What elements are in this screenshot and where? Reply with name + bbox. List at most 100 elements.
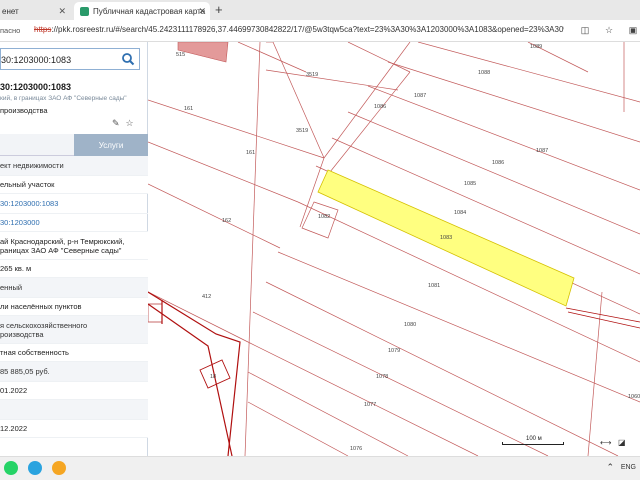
parcel-label: 1077 [364,402,376,408]
parcel-label: 161 [184,106,193,112]
search-icon[interactable] [121,52,135,66]
parcel-line [367,85,640,191]
parcel-label: 1087 [536,148,548,154]
parcel-label: 1086 [374,104,386,110]
attribute-text: енный [0,283,23,292]
parcel-label: 1084 [454,210,466,216]
new-tab-button[interactable]: + [215,2,223,17]
attribute-row [0,400,148,420]
tab-services[interactable]: Услуги [74,134,148,156]
app-icon[interactable] [52,461,66,475]
attribute-text: ай Краснодарский, р-н Темрюкский, раница… [0,236,125,255]
parcel-label: 1079 [388,348,400,354]
info-panel: 30:1203000:1083 30:1203000:1083 кий, в г… [0,42,148,456]
attribute-text: тная собственность [0,348,69,357]
url-scheme: https [34,25,52,34]
parcel-label: 1083 [440,235,452,241]
map-canvas[interactable]: 1089 1088 3519 1087 1086 3519 161 161 10… [148,42,640,456]
site-favicon-icon [80,6,89,16]
tab-label: енет [2,6,19,16]
parcel-label: 162 [222,218,231,224]
tab-info[interactable] [0,134,74,156]
attribute-text: 85 885,05 руб. [0,367,50,376]
parcel-line [265,281,619,456]
close-tab-icon[interactable]: ✕ [198,6,206,17]
parcel-label: 1076 [350,446,362,452]
parcel-label: 3519 [306,72,318,78]
parcel-label: 1082 [318,214,330,220]
attribute-row: ай Краснодарский, р-н Темрюкский, раница… [0,232,148,260]
parcel-line [247,401,349,456]
url-field[interactable]: https://pkk.rosreestr.ru/#/search/45.242… [34,25,564,34]
attribute-row: тная собственность [0,344,148,362]
parcel-label: 412 [202,294,211,300]
attribute-text: 30:1203000 [0,218,40,227]
attribute-row: 265 кв. м [0,260,148,278]
security-label[interactable]: пасно [0,26,20,35]
parcel-line [387,61,640,143]
close-tab-icon[interactable]: ✕ [58,6,66,17]
parcel-label: 1088 [478,70,490,76]
attribute-row: 85 885,05 руб. [0,362,148,382]
object-purpose: производства [0,106,48,115]
parcel-label: 3519 [296,128,308,134]
ruler-icon[interactable]: ⟷ [600,438,611,447]
browser-tab-active[interactable]: Публичная кадастровая карта ✕ [74,2,210,20]
attribute-row: я сельскохозяйственного роизводства [0,316,148,344]
attribute-text: я сельскохозяйственного роизводства [0,320,88,339]
parcel-label: 1078 [376,374,388,380]
attribute-row: 12.2022 [0,420,148,438]
attribute-text: 01.2022 [0,386,28,395]
attribute-row[interactable]: 30:1203000:1083 [0,194,148,214]
attribute-text: ельный участок [0,180,55,189]
boundary-line [148,303,233,456]
attribute-row[interactable]: 30:1203000 [0,214,148,232]
language-indicator[interactable]: ENG [621,464,636,471]
parcel-line [237,42,307,73]
attribute-row: ельный участок [0,176,148,194]
browser-tab-previous[interactable]: енет ✕ [0,2,72,20]
cadastral-search-input[interactable]: 30:1203000:1083 [0,48,140,70]
parcel-1082[interactable] [301,201,339,239]
parcel-line [252,311,549,456]
star-icon[interactable]: ☆ [126,118,134,129]
parcel-label: 1081 [428,283,440,289]
panel-tabs: Услуги [0,134,148,156]
parcel-label: 161 [246,150,255,156]
object-cadastral-number: 30:1203000:1083 [0,82,72,92]
parcel-line [297,201,640,363]
parcel-label: 1060 [628,394,640,400]
object-address-short: кий, в границах ЗАО АФ "Северные сады" [0,95,127,102]
object-attributes-list: ект недвижимости ельный участок 30:1203000… [0,156,148,438]
tab-label: Публичная кадастровая карта [93,6,206,16]
parcel-line [272,42,325,159]
parcel-line [247,341,479,456]
parcel-label: 1086 [492,160,504,166]
attribute-row: 01.2022 [0,382,148,400]
cadastral-map[interactable]: 1089 1088 3519 1087 1086 3519 161 161 10… [148,42,640,456]
search-input-value: 30:1203000:1083 [1,55,72,65]
parcel-label: 515 [176,52,185,58]
parcel-line [277,251,640,403]
whatsapp-icon[interactable] [4,461,18,475]
object-actions: ✎ ☆ [112,118,134,129]
edit-icon[interactable]: ✎ [112,118,120,129]
os-taskbar: ⌃ ENG [0,456,640,480]
attribute-row: енный [0,278,148,298]
parcel-line [323,42,411,159]
telegram-icon[interactable] [28,461,42,475]
parcel-line [244,42,261,456]
favorites-icon[interactable]: ☆ [602,23,616,37]
tray-expand-icon[interactable]: ⌃ [606,462,614,473]
layers-icon[interactable]: ◪ [618,438,626,447]
attribute-text: ли населённых пунктов [0,302,82,311]
parcel-line [265,69,399,91]
attribute-row: ект недвижимости [0,156,148,176]
parcel-label: 1089 [530,44,542,50]
attribute-text: ект недвижимости [0,161,64,170]
attribute-row: ли населённых пунктов [0,298,148,316]
parcel-line [247,371,409,456]
collections-icon[interactable]: ▣ [626,23,640,37]
attribute-text: 12.2022 [0,424,28,433]
split-screen-icon[interactable]: ◫ [578,23,592,37]
